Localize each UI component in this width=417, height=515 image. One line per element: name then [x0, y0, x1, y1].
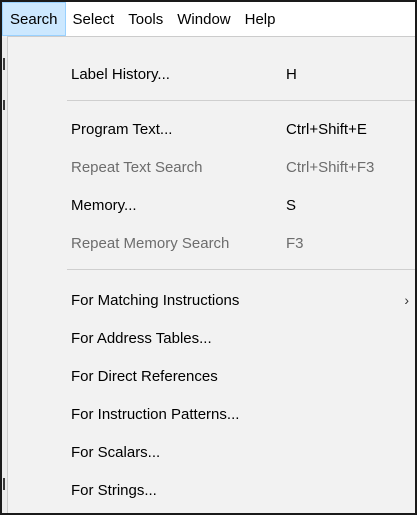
app-window: Search Select Tools Window Help Label Hi… — [0, 0, 417, 515]
menu-item-label: Repeat Text Search — [71, 158, 203, 176]
chevron-right-icon: › — [404, 292, 409, 308]
search-dropdown-menu: Label History... H Program Text... Ctrl+… — [7, 36, 415, 513]
menu-tools[interactable]: Tools — [121, 2, 170, 36]
menu-item-shortcut: S — [286, 196, 297, 214]
menu-item-for-matching-instructions[interactable]: For Matching Instructions › — [8, 281, 415, 319]
menu-item-shortcut: H — [286, 65, 297, 83]
menu-bar: Search Select Tools Window Help — [2, 2, 415, 36]
menu-item-memory[interactable]: Memory... S — [8, 186, 415, 224]
menu-item-repeat-memory-search: Repeat Memory Search F3 — [8, 224, 415, 262]
menu-item-shortcut: Ctrl+Shift+F3 — [286, 158, 375, 176]
menu-item-label: For Matching Instructions — [71, 291, 240, 309]
menu-item-for-direct-references[interactable]: For Direct References — [8, 357, 415, 395]
edge-mark — [3, 58, 5, 70]
menu-item-label: Repeat Memory Search — [71, 234, 230, 252]
menu-window[interactable]: Window — [170, 2, 237, 36]
edge-mark — [3, 100, 5, 110]
menu-select[interactable]: Select — [66, 2, 122, 36]
menu-item-for-strings[interactable]: For Strings... — [8, 471, 415, 509]
menu-separator — [67, 100, 415, 101]
menu-item-label: Program Text... — [71, 120, 173, 138]
menu-separator — [67, 269, 415, 270]
menu-item-shortcut: F3 — [286, 234, 304, 252]
menu-item-shortcut: Ctrl+Shift+E — [286, 120, 367, 138]
menu-item-for-scalars[interactable]: For Scalars... — [8, 433, 415, 471]
menu-item-label: For Scalars... — [71, 443, 161, 461]
menu-item-label: Label History... — [71, 65, 170, 83]
menu-item-repeat-text-search: Repeat Text Search Ctrl+Shift+F3 — [8, 148, 415, 186]
menu-item-for-address-tables[interactable]: For Address Tables... — [8, 319, 415, 357]
menu-item-label: For Direct References — [71, 367, 218, 385]
menu-item-program-text[interactable]: Program Text... Ctrl+Shift+E — [8, 110, 415, 148]
menu-item-label: For Address Tables... — [71, 329, 212, 347]
menu-item-for-instruction-patterns[interactable]: For Instruction Patterns... — [8, 395, 415, 433]
edge-mark — [3, 478, 5, 490]
menu-item-label: Memory... — [71, 196, 137, 214]
menu-item-label: For Instruction Patterns... — [71, 405, 240, 423]
menu-help[interactable]: Help — [238, 2, 283, 36]
menu-search[interactable]: Search — [2, 2, 66, 36]
menu-item-label: For Strings... — [71, 481, 157, 499]
menu-item-label-history[interactable]: Label History... H — [8, 55, 415, 93]
